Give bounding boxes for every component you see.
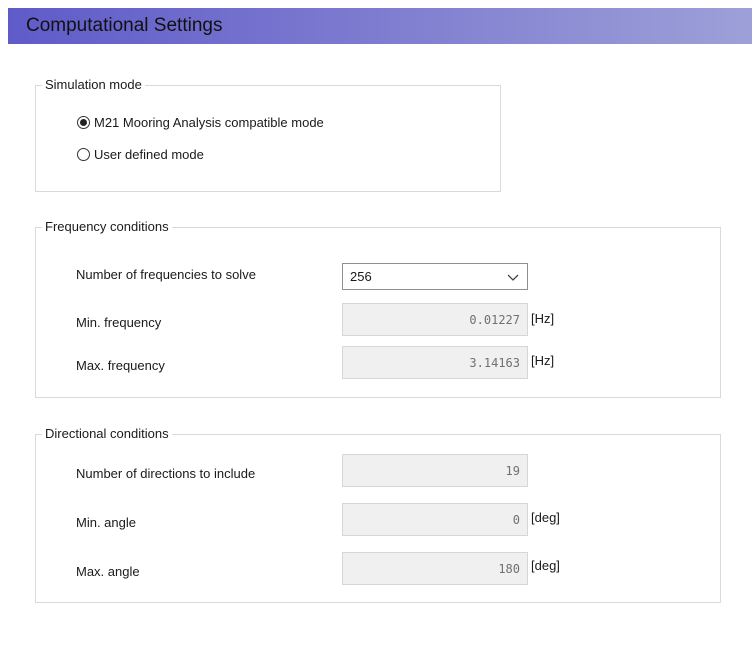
num-directions-value: 19	[505, 463, 520, 478]
max-frequency-label: Max. frequency	[76, 358, 165, 373]
min-angle-field[interactable]: 0	[342, 503, 528, 536]
chevron-down-icon	[507, 274, 519, 281]
max-frequency-field[interactable]: 3.14163	[342, 346, 528, 379]
radio-label: M21 Mooring Analysis compatible mode	[94, 115, 324, 130]
num-directions-label: Number of directions to include	[76, 466, 256, 481]
max-angle-value: 180	[498, 561, 520, 576]
radio-label: User defined mode	[94, 147, 204, 162]
radio-user-defined-mode[interactable]: User defined mode	[77, 147, 204, 162]
max-frequency-value: 3.14163	[469, 355, 520, 370]
max-angle-unit: [deg]	[531, 558, 560, 573]
simulation-mode-group: Simulation mode	[35, 78, 501, 192]
frequency-conditions-legend: Frequency conditions	[45, 219, 169, 234]
radio-selected-icon	[77, 116, 90, 129]
min-frequency-value: 0.01227	[469, 312, 520, 327]
min-frequency-unit: [Hz]	[531, 311, 555, 326]
min-angle-label: Min. angle	[76, 515, 136, 530]
radio-unselected-icon	[77, 148, 90, 161]
window-title: Computational Settings	[26, 15, 223, 36]
max-angle-label: Max. angle	[76, 564, 140, 579]
directional-conditions-legend: Directional conditions	[45, 426, 169, 441]
min-angle-unit: [deg]	[531, 510, 560, 525]
max-frequency-unit: [Hz]	[531, 353, 555, 368]
settings-panel: Simulation mode M21 Mooring Analysis com…	[8, 44, 752, 663]
radio-m21-compatible-mode[interactable]: M21 Mooring Analysis compatible mode	[77, 115, 324, 130]
num-frequencies-value: 256	[350, 269, 372, 284]
simulation-mode-legend: Simulation mode	[45, 77, 142, 92]
num-frequencies-label: Number of frequencies to solve	[76, 267, 256, 282]
num-directions-field[interactable]: 19	[342, 454, 528, 487]
min-angle-value: 0	[512, 512, 520, 527]
num-frequencies-select[interactable]: 256	[342, 263, 528, 290]
min-frequency-field[interactable]: 0.01227	[342, 303, 528, 336]
max-angle-field[interactable]: 180	[342, 552, 528, 585]
min-frequency-label: Min. frequency	[76, 315, 162, 330]
window-title-bar: Computational Settings	[8, 8, 752, 44]
